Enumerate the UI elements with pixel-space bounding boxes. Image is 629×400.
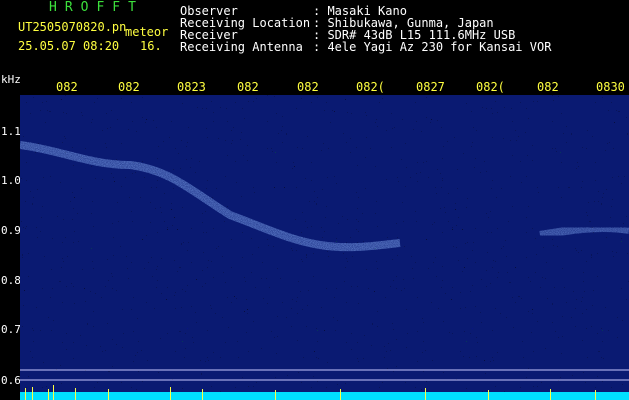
y-tick-label: 1.0 [1, 174, 21, 187]
x-tick-label: 082 [297, 80, 319, 94]
info-label-antenna: Receiving Antenna [180, 40, 303, 54]
x-tick-label: 082( [356, 80, 385, 94]
spectrogram-plot [20, 95, 629, 400]
x-tick-label: 082( [476, 80, 505, 94]
file-name: UT2505070820.pn [18, 20, 127, 34]
y-axis-unit: kHz [1, 73, 21, 86]
y-tick-label: 0.6 [1, 374, 21, 387]
y-tick-label: 0.7 [1, 323, 21, 336]
app-title: HROFFT [49, 0, 144, 15]
y-tick-label: 1.1 [1, 125, 21, 138]
extra-value: 16. [140, 39, 162, 53]
x-tick-label: 0830 [596, 80, 625, 94]
signal-baseline [20, 392, 629, 400]
datetime: 25.05.07 08:20 [18, 39, 120, 53]
x-tick-label: 0823 [177, 80, 206, 94]
x-tick-label: 0827 [416, 80, 445, 94]
info-value-antenna: : 4ele Yagi Az 230 for Kansai VOR [313, 40, 552, 54]
file-tag: meteor [125, 25, 169, 39]
x-tick-label: 082 [118, 80, 140, 94]
x-tick-label: 082 [56, 80, 78, 94]
x-tick-label: 082 [537, 80, 559, 94]
y-tick-label: 0.8 [1, 274, 21, 287]
x-tick-label: 082 [237, 80, 259, 94]
y-tick-label: 0.9 [1, 224, 21, 237]
